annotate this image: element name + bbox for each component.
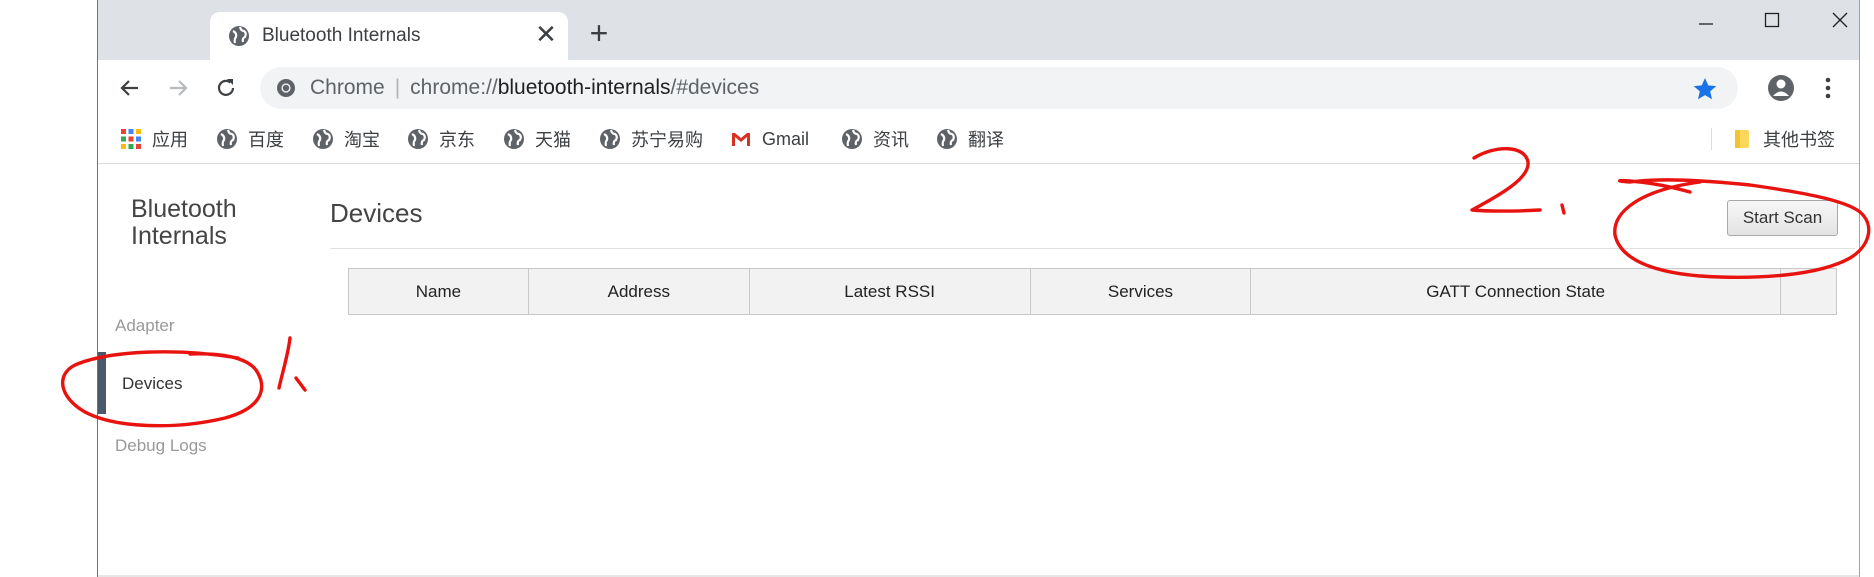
- bookmark-label: 翻译: [968, 130, 1004, 150]
- folder-icon: [1735, 130, 1749, 148]
- bookmark-news[interactable]: 资讯: [841, 126, 909, 152]
- table-header-row: Name Address Latest RSSI Services GATT C…: [348, 268, 1837, 315]
- globe-icon: [937, 129, 957, 149]
- desktop-margin-right: [1860, 0, 1874, 577]
- annotation-dot: [1560, 203, 1566, 215]
- chrome-logo-icon: [277, 79, 295, 97]
- bookmark-star-icon[interactable]: [1692, 76, 1718, 102]
- back-arrow-icon: [120, 80, 138, 96]
- tab-close-icon[interactable]: ✕: [532, 20, 560, 48]
- bookmark-label: 应用: [152, 130, 188, 150]
- bookmark-label: 淘宝: [344, 130, 380, 150]
- reload-icon: [217, 79, 235, 96]
- url-separator: |: [394, 76, 401, 99]
- sidebar-active-indicator: [98, 352, 106, 414]
- title-divider: [330, 248, 1855, 249]
- globe-icon: [217, 129, 237, 149]
- browser-toolbar: Chrome | chrome://bluetooth-internals/#dev…: [98, 60, 1859, 116]
- address-bar[interactable]: Chrome | chrome://bluetooth-internals/#dev…: [260, 67, 1738, 109]
- bookmark-tmall[interactable]: 天猫: [503, 126, 571, 152]
- minimize-button[interactable]: [1684, 6, 1728, 34]
- column-header-gatt-state[interactable]: GATT Connection State: [1250, 268, 1781, 315]
- url-host: bluetooth-internals: [497, 76, 671, 99]
- close-window-button[interactable]: [1818, 6, 1862, 34]
- browser-titlebar: Bluetooth Internals ✕ +: [98, 0, 1859, 60]
- forward-button[interactable]: [162, 72, 194, 104]
- maximize-icon: [1764, 12, 1780, 28]
- bookmark-label: 京东: [439, 130, 475, 150]
- sidebar-item-adapter[interactable]: Adapter: [115, 316, 175, 336]
- bookmark-label: 资讯: [873, 130, 909, 150]
- globe-icon: [408, 129, 428, 149]
- new-tab-button[interactable]: +: [584, 17, 614, 49]
- bookmark-label: 百度: [248, 130, 284, 150]
- start-scan-button[interactable]: Start Scan: [1727, 200, 1838, 236]
- column-header-address[interactable]: Address: [527, 268, 750, 315]
- sidebar-title-line1: Bluetooth: [131, 195, 237, 223]
- sidebar-item-devices[interactable]: Devices: [122, 374, 182, 394]
- url-scheme: chrome://: [410, 76, 498, 99]
- globe-icon: [313, 129, 333, 149]
- minimize-icon: [1699, 23, 1713, 25]
- column-header-latest-rssi[interactable]: Latest RSSI: [748, 268, 1031, 315]
- desktop-margin-left: [0, 0, 97, 577]
- bookmark-label: 苏宁易购: [631, 130, 703, 150]
- sidebar-title-line2: Internals: [131, 222, 227, 250]
- url-path: /#devices: [670, 76, 760, 99]
- globe-icon: [504, 129, 524, 149]
- bookmark-label: 天猫: [535, 130, 571, 150]
- reload-button[interactable]: [210, 72, 242, 104]
- annotation-digit-1: [277, 336, 307, 392]
- bookmark-taobao[interactable]: 淘宝: [312, 126, 380, 152]
- back-button[interactable]: [114, 72, 146, 104]
- url-chrome-label: Chrome: [310, 76, 385, 99]
- devices-table: Name Address Latest RSSI Services GATT C…: [348, 268, 1837, 315]
- other-bookmarks-label: 其他书签: [1763, 130, 1835, 150]
- column-header-services[interactable]: Services: [1029, 268, 1252, 315]
- bookmark-gmail[interactable]: Gmail: [730, 126, 809, 152]
- browser-tab[interactable]: Bluetooth Internals ✕: [210, 12, 568, 60]
- url-text: Chrome | chrome://bluetooth-internals/#dev…: [310, 76, 759, 100]
- column-header-name[interactable]: Name: [348, 268, 529, 315]
- bookmark-baidu[interactable]: 百度: [216, 126, 284, 152]
- tab-title: Bluetooth Internals: [262, 25, 421, 46]
- bookmark-translate[interactable]: 翻译: [936, 126, 1004, 152]
- more-menu-icon[interactable]: [1816, 72, 1840, 104]
- globe-icon: [842, 129, 862, 149]
- globe-icon: [229, 26, 249, 46]
- bookmarks-divider: [1711, 128, 1712, 150]
- sidebar-title: Bluetooth Internals: [131, 196, 291, 250]
- profile-avatar-icon[interactable]: [1765, 72, 1797, 104]
- column-header-actions: [1780, 268, 1837, 315]
- bookmark-label: Gmail: [762, 128, 810, 149]
- sidebar-item-debug-logs[interactable]: Debug Logs: [115, 436, 207, 456]
- close-icon: [1832, 12, 1848, 28]
- bookmark-jd[interactable]: 京东: [407, 126, 475, 152]
- other-bookmarks[interactable]: 其他书签: [1731, 126, 1835, 152]
- apps-grid-icon: [121, 129, 141, 149]
- maximize-button[interactable]: [1750, 6, 1794, 34]
- forward-arrow-icon: [170, 80, 188, 96]
- gmail-icon: [732, 133, 750, 146]
- bookmark-apps[interactable]: 应用: [120, 126, 188, 152]
- globe-icon: [600, 129, 620, 149]
- page-title: Devices: [330, 198, 423, 228]
- bookmark-suning[interactable]: 苏宁易购: [599, 126, 703, 152]
- bookmarks-bar: 应用 百度 淘宝 京东 天猫 苏宁易购 Gmail 资讯 翻译 其他书签: [98, 116, 1859, 164]
